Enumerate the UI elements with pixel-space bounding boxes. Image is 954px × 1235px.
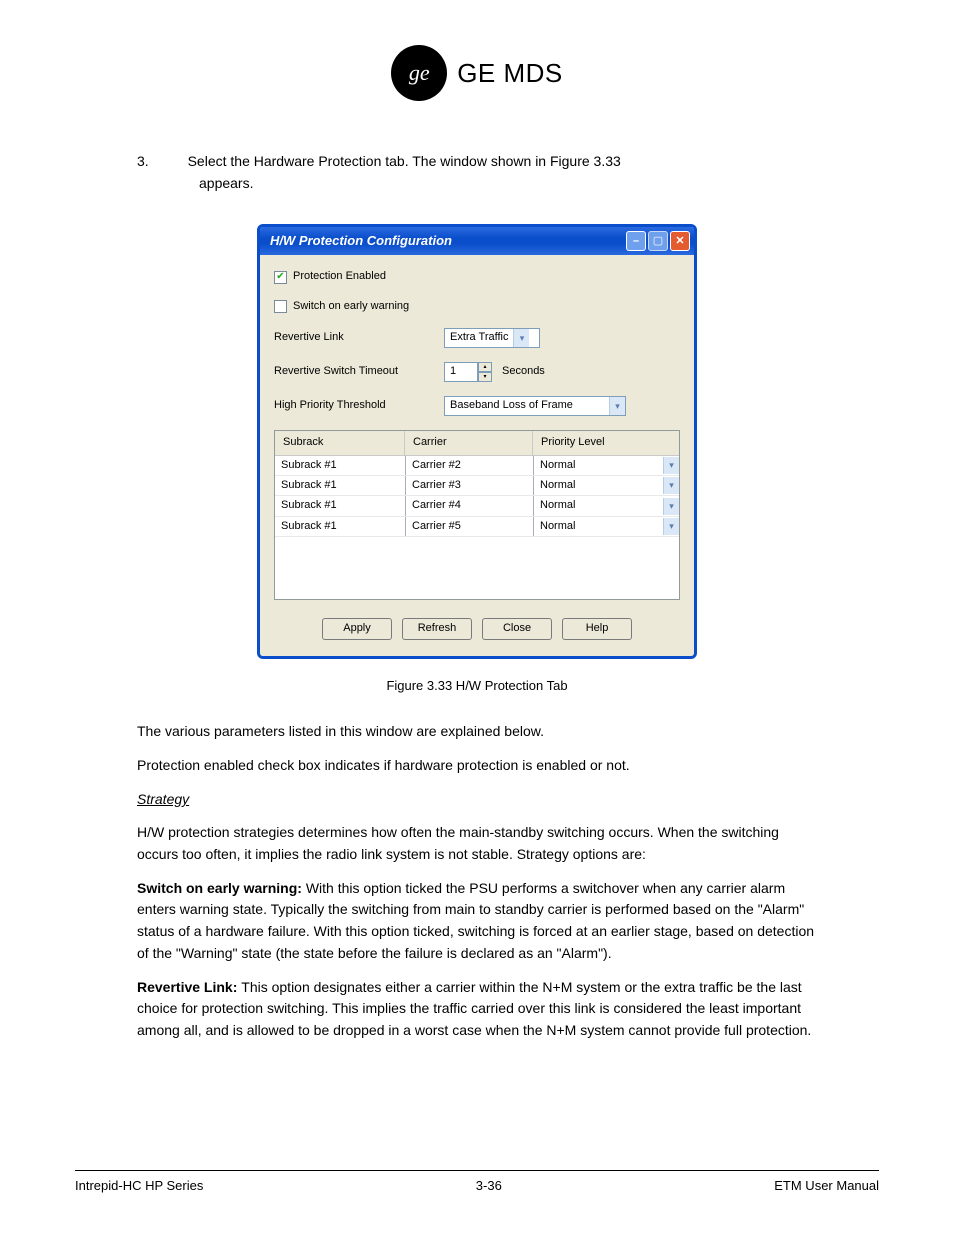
priority-table: Subrack Carrier Priority Level Subrack #… <box>274 430 680 600</box>
th-carrier[interactable]: Carrier <box>405 431 533 454</box>
high-priority-value: Baseband Loss of Frame <box>450 398 604 413</box>
p4: Switch on early warning: With this optio… <box>137 878 817 965</box>
intro-line1: Select the Hardware Protection tab. The … <box>188 153 621 169</box>
p3: H/W protection strategies determines how… <box>137 822 817 865</box>
maximize-icon[interactable]: ▢ <box>648 231 668 251</box>
high-priority-select[interactable]: Baseband Loss of Frame ▾ <box>444 396 626 416</box>
close-icon[interactable]: ✕ <box>670 231 690 251</box>
chevron-down-icon: ▾ <box>663 518 679 535</box>
intro-line2: appears. <box>199 175 253 191</box>
th-priority[interactable]: Priority Level <box>533 431 679 454</box>
td-subrack: Subrack #1 <box>275 476 405 495</box>
body-text: The various parameters listed in this wi… <box>137 721 817 1041</box>
high-priority-label: High Priority Threshold <box>274 398 444 413</box>
revertive-link-value: Extra Traffic <box>450 330 508 345</box>
priority-select[interactable]: Normal▾ <box>533 496 679 515</box>
protection-enabled-label: Protection Enabled <box>293 269 386 284</box>
footer-right: ETM User Manual <box>774 1177 879 1195</box>
p1: The various parameters listed in this wi… <box>137 721 817 743</box>
spinner-up-icon[interactable]: ▴ <box>478 362 492 372</box>
priority-value: Normal <box>534 476 663 495</box>
td-subrack: Subrack #1 <box>275 496 405 515</box>
spinner-down-icon[interactable]: ▾ <box>478 372 492 382</box>
priority-select[interactable]: Normal▾ <box>533 476 679 495</box>
table-row: Subrack #1Carrier #5Normal▾ <box>275 517 679 537</box>
priority-value: Normal <box>534 496 663 515</box>
footer-center: 3-36 <box>476 1177 502 1195</box>
td-carrier: Carrier #2 <box>405 456 533 475</box>
chevron-down-icon: ▾ <box>663 457 679 474</box>
apply-button[interactable]: Apply <box>322 618 392 640</box>
seconds-label: Seconds <box>502 364 545 379</box>
priority-select[interactable]: Normal▾ <box>533 456 679 475</box>
p5: Revertive Link: This option designates e… <box>137 977 817 1042</box>
ge-logo-icon: ge <box>391 45 447 101</box>
td-subrack: Subrack #1 <box>275 456 405 475</box>
hw-protection-dialog: H/W Protection Configuration – ▢ ✕ ✔ Pro… <box>257 224 697 659</box>
table-row: Subrack #1Carrier #2Normal▾ <box>275 456 679 476</box>
intro-text: 3. Select the Hardware Protection tab. T… <box>137 151 817 194</box>
revertive-link-select[interactable]: Extra Traffic ▾ <box>444 328 540 348</box>
protection-enabled-checkbox[interactable]: ✔ <box>274 271 287 284</box>
refresh-button[interactable]: Refresh <box>402 618 472 640</box>
p2: Protection enabled check box indicates i… <box>137 755 817 777</box>
page-footer: Intrepid-HC HP Series 3-36 ETM User Manu… <box>75 1170 879 1195</box>
figure-caption: Figure 3.33 H/W Protection Tab <box>75 677 879 695</box>
td-subrack: Subrack #1 <box>275 517 405 536</box>
help-button[interactable]: Help <box>562 618 632 640</box>
footer-left: Intrepid-HC HP Series <box>75 1177 203 1195</box>
priority-value: Normal <box>534 517 663 536</box>
minimize-icon[interactable]: – <box>626 231 646 251</box>
td-carrier: Carrier #5 <box>405 517 533 536</box>
table-row: Subrack #1Carrier #4Normal▾ <box>275 496 679 516</box>
switch-early-label: Switch on early warning <box>293 299 409 314</box>
td-carrier: Carrier #3 <box>405 476 533 495</box>
revertive-timeout-value[interactable]: 1 <box>444 362 478 382</box>
revertive-timeout-label: Revertive Switch Timeout <box>274 364 444 379</box>
chevron-down-icon: ▾ <box>663 477 679 494</box>
td-carrier: Carrier #4 <box>405 496 533 515</box>
chevron-down-icon: ▾ <box>663 498 679 515</box>
table-row: Subrack #1Carrier #3Normal▾ <box>275 476 679 496</box>
titlebar: H/W Protection Configuration – ▢ ✕ <box>260 227 694 255</box>
revertive-link-label: Revertive Link <box>274 330 444 345</box>
dialog-title: H/W Protection Configuration <box>270 232 626 250</box>
th-subrack[interactable]: Subrack <box>275 431 405 454</box>
list-number: 3. <box>137 153 149 169</box>
page-header: ge GE MDS <box>75 45 879 101</box>
chevron-down-icon: ▾ <box>513 329 529 347</box>
close-button[interactable]: Close <box>482 618 552 640</box>
chevron-down-icon: ▾ <box>609 397 625 415</box>
switch-early-checkbox[interactable] <box>274 300 287 313</box>
logo-text: GE MDS <box>457 55 563 91</box>
priority-value: Normal <box>534 456 663 475</box>
revertive-timeout-stepper[interactable]: 1 ▴ ▾ <box>444 362 492 382</box>
priority-select[interactable]: Normal▾ <box>533 517 679 536</box>
strategy-heading: Strategy <box>137 789 817 811</box>
